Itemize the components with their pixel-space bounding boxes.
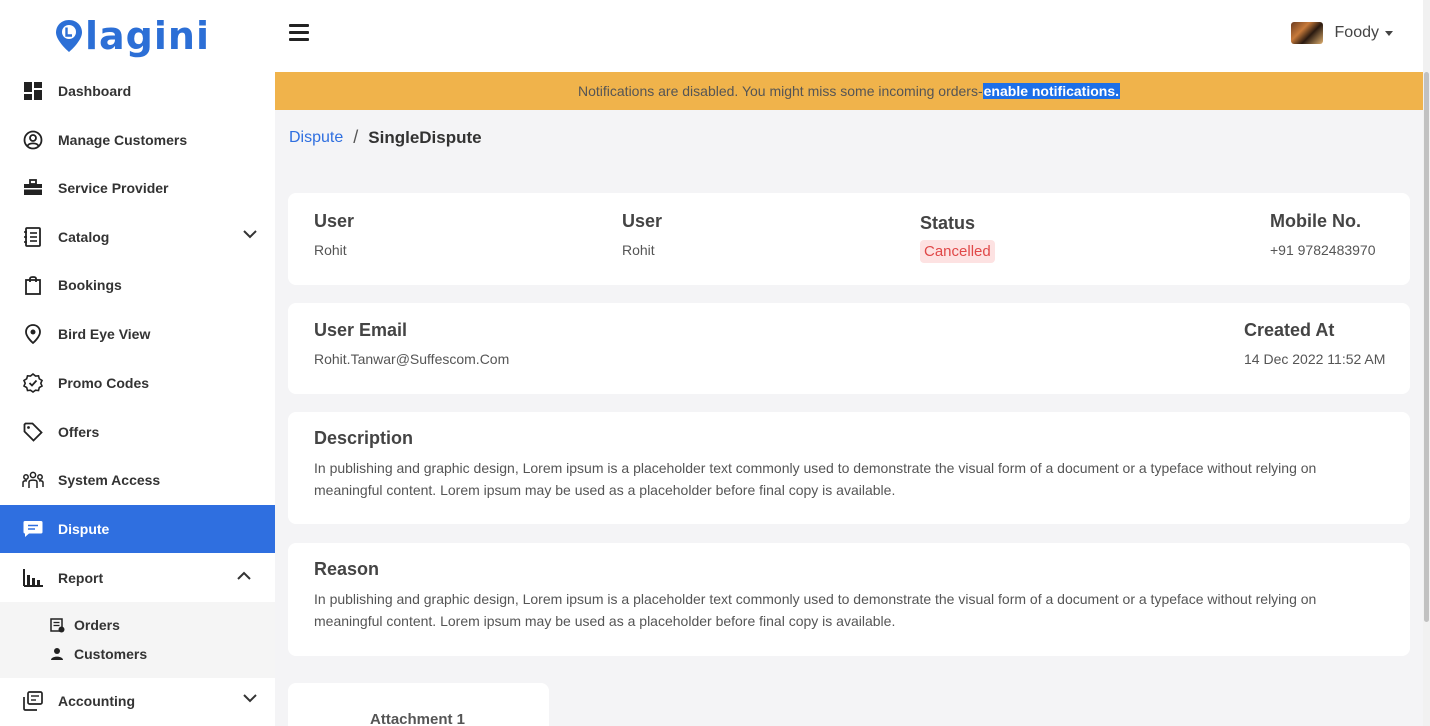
user-menu-dropdown[interactable]: Foody [1290, 22, 1393, 44]
user-field: User Rohit [314, 211, 354, 258]
sidebar-item-bird-eye-view[interactable]: Bird Eye View [0, 310, 275, 358]
top-header: Foody [275, 0, 1423, 72]
field-value: 14 Dec 2022 11:52 AM [1244, 351, 1386, 367]
sidebar-item-report[interactable]: Report [0, 554, 275, 602]
sidebar-item-label: Offers [58, 424, 100, 440]
shopping-bag-icon [22, 274, 44, 296]
briefcase-icon [22, 177, 44, 199]
description-card: Description In publishing and graphic de… [288, 412, 1410, 524]
status-field: Status Cancelled [920, 213, 995, 263]
submenu-item-label: Orders [74, 617, 120, 633]
created-at-field: Created At 14 Dec 2022 11:52 AM [1244, 320, 1385, 367]
catalog-icon [22, 226, 44, 248]
brand-name: lagini [85, 14, 210, 58]
reason-field: Reason In publishing and graphic design,… [314, 559, 1384, 632]
notification-banner: Notifications are disabled. You might mi… [275, 72, 1423, 110]
field-value: Rohit.Tanwar@Suffescom.Com [314, 351, 510, 367]
field-label: Created At [1244, 320, 1335, 340]
chevron-down-icon [243, 694, 257, 703]
field-label: Mobile No. [1270, 211, 1361, 231]
sidebar-item-label: Bird Eye View [58, 326, 151, 342]
field-value: +91 9782483970 [1270, 242, 1376, 258]
caret-down-icon [1385, 30, 1393, 36]
status-badge: Cancelled [920, 240, 995, 263]
group-icon [22, 469, 44, 491]
field-value: Rohit [314, 242, 347, 258]
dispute-contact-card: User Email Rohit.Tanwar@Suffescom.Com Cr… [288, 303, 1410, 394]
page-scrollbar[interactable] [1423, 0, 1430, 726]
sidebar-item-offers[interactable]: Offers [0, 408, 275, 456]
chat-icon [22, 518, 44, 540]
section-heading: Reason [314, 559, 380, 579]
bar-chart-icon [22, 567, 44, 589]
orders-icon [48, 616, 66, 634]
dashboard-icon [22, 80, 44, 102]
reason-text: In publishing and graphic design, Lorem … [314, 591, 1317, 629]
brand-logo[interactable]: lagini [0, 0, 275, 72]
section-heading: Description [314, 428, 414, 448]
field-label: User Email [314, 320, 408, 340]
avatar [1290, 22, 1323, 44]
sidebar-item-label: Accounting [58, 693, 135, 709]
badge-check-icon [22, 372, 44, 394]
submenu-item-orders[interactable]: Orders [48, 616, 120, 634]
user-field: User Rohit [622, 211, 662, 258]
sidebar: lagini Dashboard Manage Customers Servic… [0, 0, 275, 726]
location-pin-icon [22, 323, 44, 345]
sidebar-item-dashboard[interactable]: Dashboard [0, 67, 275, 115]
chevron-up-icon [237, 571, 251, 580]
menu-toggle-icon[interactable] [289, 24, 309, 42]
dispute-summary-card: User Rohit User Rohit Status Cancelled M… [288, 193, 1410, 285]
field-label: User [314, 211, 355, 231]
sidebar-item-label: Manage Customers [58, 132, 188, 148]
breadcrumb-link-dispute[interactable]: Dispute [289, 129, 343, 147]
notification-text: Notifications are disabled. You might mi… [578, 83, 983, 99]
sidebar-item-accounting[interactable]: Accounting [0, 677, 275, 725]
submenu-item-customers[interactable]: Customers [48, 645, 147, 663]
sidebar-item-promo-codes[interactable]: Promo Codes [0, 359, 275, 407]
mobile-field: Mobile No. +91 9782483970 [1270, 211, 1376, 258]
sidebar-item-manage-customers[interactable]: Manage Customers [0, 116, 275, 164]
sidebar-item-label: Promo Codes [58, 375, 150, 391]
person-icon [48, 645, 66, 663]
attachment-card[interactable]: Attachment 1 [288, 683, 549, 726]
enable-notifications-link[interactable]: enable notifications. [982, 83, 1120, 99]
user-name: Foody [1334, 24, 1379, 41]
breadcrumb: Dispute / SingleDispute [289, 127, 482, 148]
sidebar-item-service-provider[interactable]: Service Provider [0, 164, 275, 212]
sidebar-item-label: Dashboard [58, 83, 132, 99]
submenu-item-label: Customers [74, 646, 148, 662]
scrollbar-thumb[interactable] [1424, 72, 1429, 622]
reason-card: Reason In publishing and graphic design,… [288, 543, 1410, 656]
sidebar-item-catalog[interactable]: Catalog [0, 213, 275, 261]
attachment-label: Attachment 1 [370, 711, 466, 726]
sidebar-item-system-access[interactable]: System Access [0, 456, 275, 504]
tag-icon [22, 421, 44, 443]
sidebar-item-label: Catalog [58, 229, 110, 245]
description-field: Description In publishing and graphic de… [314, 428, 1384, 501]
sidebar-item-bookings[interactable]: Bookings [0, 261, 275, 309]
user-circle-icon [22, 129, 44, 151]
sidebar-item-label: Bookings [58, 277, 122, 293]
sidebar-item-label: System Access [58, 472, 161, 488]
logo-pin-icon [56, 20, 82, 52]
description-text: In publishing and graphic design, Lorem … [314, 460, 1317, 498]
field-label: User [622, 211, 663, 231]
sidebar-item-dispute[interactable]: Dispute [0, 505, 275, 553]
email-field: User Email Rohit.Tanwar@Suffescom.Com [314, 320, 509, 367]
page-title: SingleDispute [368, 127, 482, 147]
breadcrumb-separator: / [353, 127, 359, 147]
report-submenu: Orders Customers [0, 602, 275, 678]
sidebar-item-label: Report [58, 570, 104, 586]
accounting-icon [22, 690, 44, 712]
chevron-down-icon [243, 230, 257, 239]
sidebar-item-label: Dispute [58, 521, 110, 537]
sidebar-item-label: Service Provider [58, 180, 169, 196]
field-label: Status [920, 213, 976, 233]
field-value: Rohit [622, 242, 655, 258]
